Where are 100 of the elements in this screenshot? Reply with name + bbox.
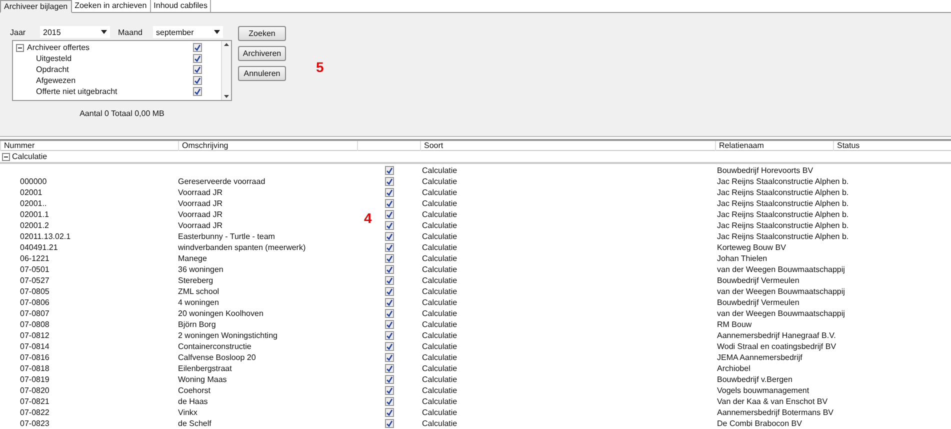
year-dropdown[interactable]: 2015 [40,26,110,38]
table-cell: Jac Reijns Staalconstructie Alphen b. [717,188,849,197]
year-label: Jaar [10,26,27,38]
column-header[interactable]: Relatienaam [719,141,764,150]
table-cell: 4 woningen [178,298,219,307]
table-cell: Voorraad JR [178,210,222,219]
table-cell: Calculatie [422,320,458,329]
table-cell: Calculatie [422,243,458,252]
table-cell: van der Weegen Bouwmaatschappij [717,287,845,296]
action-button[interactable]: Annuleren [238,66,286,81]
tree-item[interactable]: Offerte niet uitgebracht [36,86,193,97]
table-cell: Calculatie [422,386,458,395]
table-cell: Archiobel [717,364,750,373]
table-cell: Gereserveerde voorraad [178,177,266,186]
table-cell: Calculatie [422,342,458,351]
table-cell: De Combi Brabocon BV [717,419,802,428]
action-button[interactable]: Archiveren [238,46,286,61]
table-cell: 000000 [20,177,47,186]
table-cell: de Haas [178,397,208,406]
annotation-number: 5 [316,59,324,75]
tree-item[interactable]: Opdracht [36,64,193,75]
table-cell: van der Weegen Bouwmaatschappij [717,309,845,318]
table-cell: 07-0818 [20,364,50,373]
table-cell: JEMA Aannemersbedrijf [717,353,802,362]
table-cell: Calculatie [422,210,458,219]
table-cell: 07-0807 [20,309,50,318]
column-header[interactable]: Nummer [4,141,35,150]
table-cell: Calculatie [422,397,458,406]
table-cell: Calculatie [422,276,458,285]
tab[interactable]: Zoeken in archieven [72,0,151,12]
table-cell: Jac Reijns Staalconstructie Alphen b. [717,221,849,230]
summary-text: Aantal 0 Totaal 0,00 MB [78,108,166,119]
table-cell: 02001.1 [20,210,49,219]
table-cell: Jac Reijns Staalconstructie Alphen b. [717,232,849,241]
table-cell: 02001.2 [20,221,49,230]
table-cell: Wodi Straal en coatingsbedrijf BV [717,342,836,351]
tree-item[interactable]: Archiveer offertes [27,42,193,53]
table-cell: Voorraad JR [178,221,222,230]
table-cell: Calculatie [422,309,458,318]
table-cell: Bouwbedrijf Horevoorts BV [717,166,814,175]
table-cell: Manege [178,254,207,263]
table-cell: 07-0812 [20,331,50,340]
table-cell: Jac Reijns Staalconstructie Alphen b. [717,210,849,219]
tree-item[interactable]: Uitgesteld [36,53,193,64]
column-header[interactable]: Status [837,141,860,150]
table-cell: Easterbunny - Turtle - team [178,232,275,241]
table-cell: Vogels bouwmanagement [717,386,810,395]
table-cell: 07-0805 [20,287,50,296]
table-cell: Vinkx [178,408,198,417]
table-cell: Calculatie [422,188,458,197]
table-cell: 07-0823 [20,419,50,428]
table-cell: ZML school [178,287,220,296]
table-cell: Aannemersbedrijf Hanegraaf B.V. [717,331,836,340]
month-label: Maand [118,26,144,38]
table-cell: Calculatie [422,353,458,362]
table-cell: de Schelf [178,419,212,428]
table-cell: Van der Kaa & van Enschot BV [717,397,828,406]
table-cell: 07-0527 [20,276,50,285]
table-cell: 2 woningen Woningstichting [178,331,278,340]
table-cell: 07-0806 [20,298,50,307]
table-cell: 07-0814 [20,342,50,351]
table-cell: 07-0819 [20,375,50,384]
annotation-number: 4 [364,210,372,226]
table-cell: Calculatie [422,408,458,417]
table-cell: Calfvense Bosloop 20 [178,353,256,362]
table-cell: Bouwbedrijf Vermeulen [717,276,800,285]
table-cell: Johan Thielen [717,254,768,263]
table-cell: Calculatie [422,254,458,263]
table-cell: 06-1221 [20,254,50,263]
action-button[interactable]: Zoeken [238,26,286,41]
table-cell: Calculatie [422,298,458,307]
table-cell: Calculatie [422,199,458,208]
table-cell: Calculatie [422,232,458,241]
tab[interactable]: Archiveer bijlagen [0,0,72,13]
table-cell: 36 woningen [178,265,224,274]
table-cell: Voorraad JR [178,199,222,208]
table-cell: van der Weegen Bouwmaatschappij [717,265,845,274]
table-cell: windverbanden spanten (meerwerk) [178,243,306,252]
table-cell: Calculatie [422,375,458,384]
table-cell: Korteweg Bouw BV [717,243,786,252]
table-cell: Jac Reijns Staalconstructie Alphen b. [717,177,849,186]
table-cell: Stereberg [178,276,214,285]
table-cell: Containerconstructie [178,342,252,351]
table-cell: Calculatie [422,331,458,340]
table-cell: Calculatie [422,166,458,175]
table-cell: 02001 [20,188,42,197]
table-cell: Aannemersbedrijf Botermans BV [717,408,834,417]
month-dropdown[interactable]: september [153,26,223,38]
table-cell: Calculatie [422,419,458,428]
column-header[interactable]: Soort [424,141,444,150]
table-cell: 20 woningen Koolhoven [178,309,264,318]
column-header[interactable]: Omschrijving [182,141,228,150]
group-header[interactable]: Calculatie [12,151,48,162]
table-cell: Woning Maas [178,375,227,384]
tree-item[interactable]: Afgewezen [36,75,193,86]
table-cell: 040491.21 [20,243,58,252]
table-cell: RM Bouw [717,320,752,329]
table-cell: Calculatie [422,265,458,274]
table-cell: 07-0501 [20,265,50,274]
table-cell: Jac Reijns Staalconstructie Alphen b. [717,199,849,208]
